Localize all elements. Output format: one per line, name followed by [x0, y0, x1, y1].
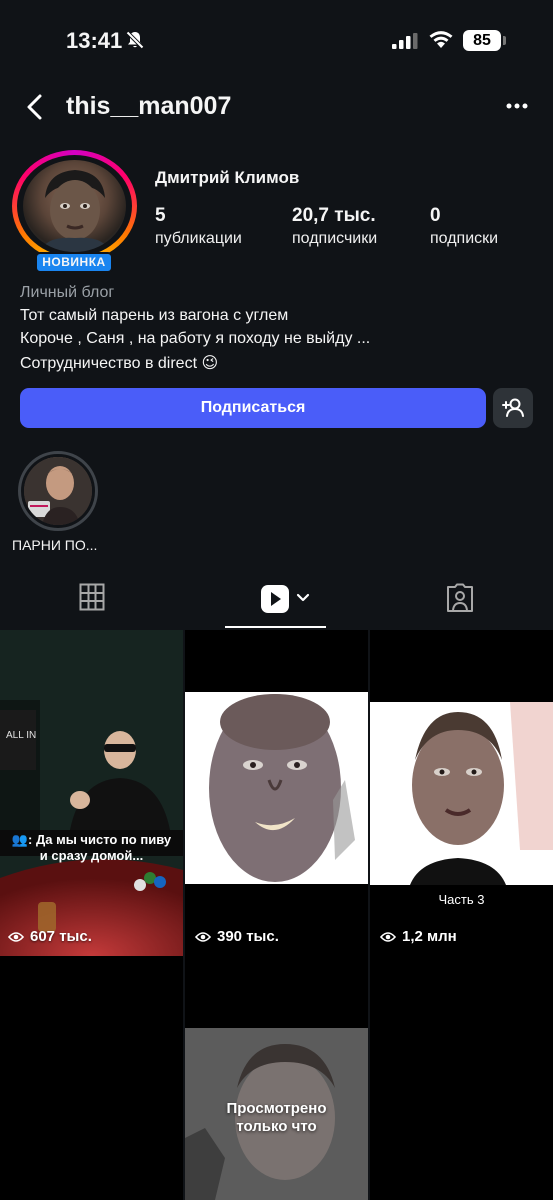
tagged-tab-icon[interactable] [446, 583, 474, 613]
muted-bell-icon [125, 30, 145, 50]
reel-thumbnail: ALL IN [0, 630, 183, 956]
active-tab-indicator [225, 626, 326, 628]
status-bar: 13:41 85 [0, 0, 553, 80]
reel-views: 607 тыс. [8, 928, 92, 945]
svg-text:ALL IN: ALL IN [6, 730, 36, 741]
bio-line: Короче , Саня , на работу я походу не вы… [20, 330, 371, 347]
grid-tab-icon[interactable] [79, 583, 105, 611]
profile-username: this__man007 [66, 92, 232, 120]
more-options-icon[interactable] [505, 100, 529, 112]
bio-line: Тот самый парень из вагона с углем [20, 307, 289, 324]
stat-following[interactable]: 0 подписки [430, 205, 498, 248]
subscribe-button[interactable]: Подписаться [20, 388, 486, 428]
reels-tab-icon[interactable] [260, 583, 314, 615]
empty-tile [0, 958, 183, 1200]
stat-posts: 5 публикации [155, 205, 242, 247]
reel-tile[interactable]: Часть 3 1,2 млн [370, 630, 553, 956]
stat-followers[interactable]: 20,7 тыс. подписчики [292, 205, 377, 248]
profile-category: Личный блог [20, 284, 115, 301]
watched-overlay: Просмотрено только что [226, 1100, 327, 1135]
eye-icon [380, 931, 396, 942]
reel-tile[interactable]: ALL IN 👥: Да мы чисто по пиву и сразу до… [0, 630, 183, 956]
battery-indicator: 85 [463, 30, 506, 51]
reel-caption: 👥: Да мы чисто по пиву и сразу домой... [11, 832, 172, 863]
new-badge: НОВИНКА [35, 252, 113, 273]
add-user-icon [502, 398, 524, 417]
reel-tile[interactable] [185, 958, 368, 1200]
reel-thumbnail [185, 630, 368, 956]
highlight-thumbnail[interactable] [24, 457, 92, 525]
wifi-icon [429, 31, 453, 48]
reel-views: 390 тыс. [195, 928, 279, 945]
reel-caption: Часть 3 [438, 892, 485, 907]
signal-icon [392, 33, 418, 49]
reel-views: 1,2 млн [380, 928, 457, 945]
highlight-label: ПАРНИ ПО... [12, 537, 98, 553]
status-time: 13:41 [66, 28, 123, 53]
eye-icon [195, 931, 211, 942]
avatar[interactable] [23, 160, 126, 252]
empty-tile [370, 958, 553, 1200]
bio-line: Сотрудничество в direct 😉 [20, 355, 219, 372]
profile-full-name: Дмитрий Климов [155, 168, 300, 187]
reel-thumbnail [185, 958, 368, 1200]
eye-icon [8, 931, 24, 942]
back-arrow-icon[interactable] [24, 92, 48, 122]
suggested-users-button[interactable] [493, 388, 533, 428]
reel-tile[interactable]: 390 тыс. [185, 630, 368, 956]
